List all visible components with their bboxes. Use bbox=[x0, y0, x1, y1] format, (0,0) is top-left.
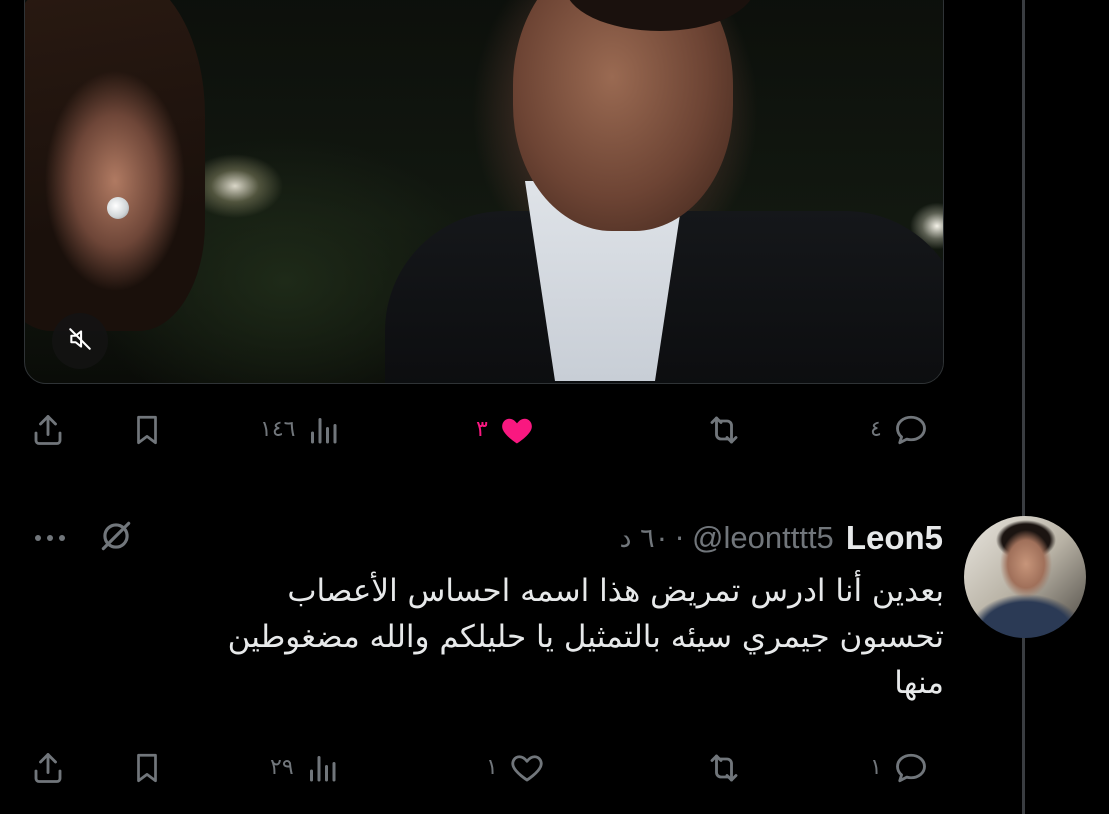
grok-button[interactable] bbox=[92, 516, 140, 560]
views-count: ٢٩ bbox=[270, 755, 294, 780]
reply-tweet-action-bar: ٢٩ ١ ١ bbox=[24, 746, 954, 790]
reply-bookmark-button[interactable] bbox=[130, 746, 164, 790]
views-icon bbox=[304, 750, 340, 786]
reply-views-button[interactable]: ٢٩ bbox=[270, 746, 340, 790]
more-options-button[interactable] bbox=[26, 518, 74, 558]
mute-button[interactable] bbox=[52, 313, 108, 369]
tweet-video-media[interactable] bbox=[24, 0, 944, 384]
share-icon bbox=[30, 412, 66, 448]
reply-button[interactable]: ٤ bbox=[870, 408, 930, 452]
mute-icon bbox=[67, 326, 93, 356]
tweet-timestamp[interactable]: ٦٠ د bbox=[620, 523, 670, 554]
user-display-name[interactable]: Leon5 bbox=[846, 519, 943, 557]
replies-count: ٤ bbox=[870, 417, 882, 442]
video-figure-head bbox=[513, 0, 733, 231]
like-button[interactable]: ٣ bbox=[476, 408, 536, 452]
retweet-icon bbox=[704, 412, 744, 448]
retweet-icon bbox=[704, 750, 744, 786]
bookmark-icon bbox=[130, 750, 164, 786]
more-icon bbox=[30, 529, 70, 548]
video-figure-left bbox=[25, 0, 205, 331]
reply-icon bbox=[892, 412, 930, 448]
share-button[interactable] bbox=[30, 408, 66, 452]
bookmark-button[interactable] bbox=[130, 408, 164, 452]
heart-icon bbox=[508, 750, 546, 786]
views-count: ١٤٦ bbox=[260, 417, 296, 442]
reply-icon bbox=[892, 750, 930, 786]
reply-tweet-header: ٦٠ د · @leontttt5 Leon5 bbox=[620, 518, 944, 558]
share-icon bbox=[30, 750, 66, 786]
bookmark-icon bbox=[130, 412, 164, 448]
reply-like-button[interactable]: ١ bbox=[486, 746, 546, 790]
grok-icon bbox=[97, 517, 135, 559]
retweet-button[interactable] bbox=[704, 408, 744, 452]
separator-dot: · bbox=[675, 521, 685, 555]
views-icon bbox=[305, 412, 341, 448]
avatar[interactable] bbox=[964, 516, 1086, 638]
user-handle[interactable]: @leontttt5 bbox=[692, 520, 834, 556]
reply-share-button[interactable] bbox=[30, 746, 66, 790]
video-earring bbox=[107, 197, 129, 219]
reply-retweet-button[interactable] bbox=[704, 746, 744, 790]
likes-count: ١ bbox=[486, 755, 498, 780]
reply-tweet-text: بعدين أنا ادرس تمريض هذا اسمه احساس الأع… bbox=[227, 573, 944, 701]
reply-reply-button[interactable]: ١ bbox=[870, 746, 930, 790]
views-button[interactable]: ١٤٦ bbox=[260, 408, 341, 452]
heart-icon bbox=[498, 412, 536, 448]
replies-count: ١ bbox=[870, 755, 882, 780]
tweet-action-bar: ١٤٦ ٣ ٤ bbox=[24, 408, 954, 452]
thread-line bbox=[1022, 0, 1025, 814]
likes-count: ٣ bbox=[476, 417, 488, 442]
